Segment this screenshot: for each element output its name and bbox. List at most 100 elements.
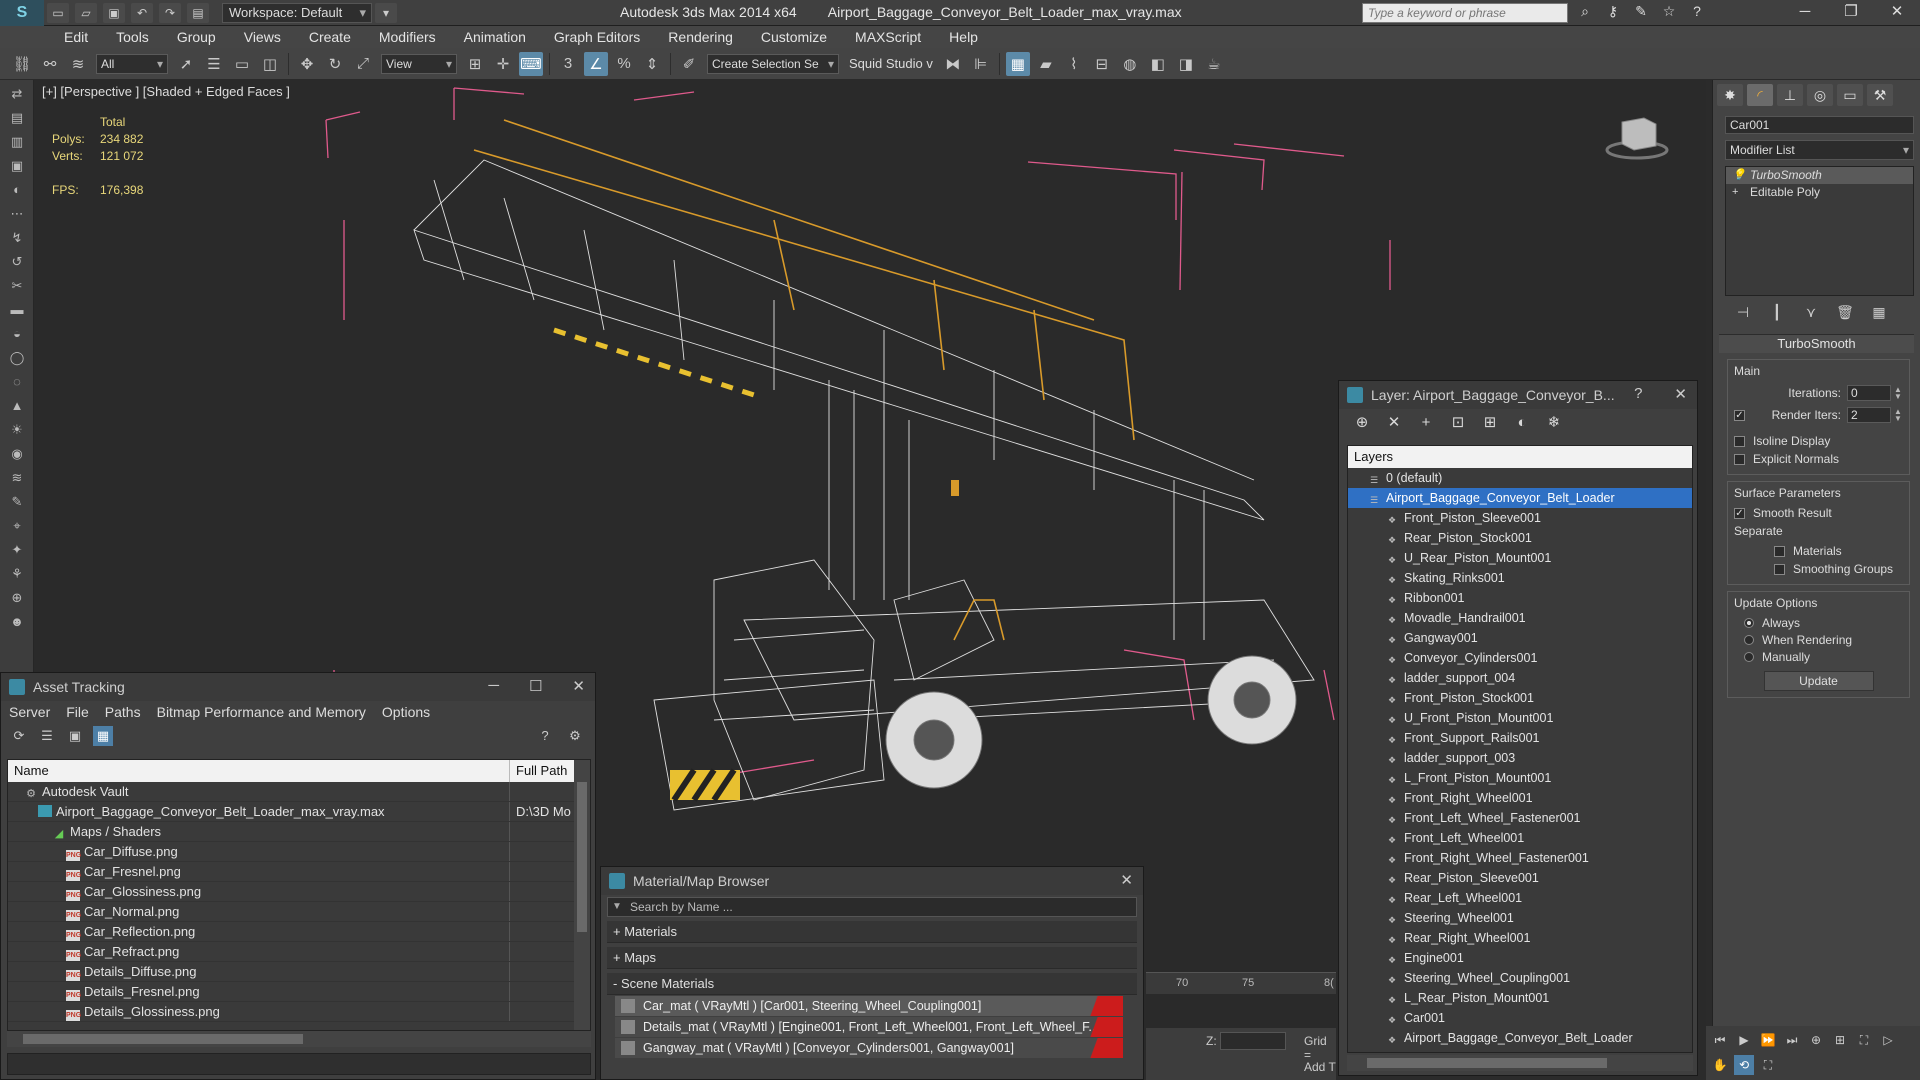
col-name-header[interactable]: Name bbox=[8, 760, 510, 782]
align-icon[interactable]: ⊫ bbox=[969, 52, 993, 76]
material-row[interactable]: Details_mat ( VRayMtl ) [Engine001, Fron… bbox=[615, 1017, 1123, 1037]
restore-button[interactable]: ❐ bbox=[1828, 0, 1874, 26]
thumbnail-view-icon[interactable]: ▣ bbox=[65, 726, 85, 746]
layer-object-row[interactable]: ❖ ladder_support_003 bbox=[1348, 748, 1692, 768]
show-end-result-icon[interactable]: ┃ bbox=[1765, 304, 1789, 324]
time-slider-ruler[interactable]: 70 75 8( bbox=[1146, 972, 1336, 994]
zoom-all-icon[interactable]: ⊞ bbox=[1830, 1030, 1850, 1050]
asset-row[interactable]: PNG Car_Glossiness.png bbox=[8, 882, 590, 902]
keyboard-shortcut-override-icon[interactable]: ⌨ bbox=[519, 51, 543, 76]
explicit-normals-checkbox[interactable]: Explicit Normals bbox=[1734, 450, 1903, 468]
scale-icon[interactable]: ⤢ bbox=[351, 52, 375, 76]
checkbox-box[interactable] bbox=[1734, 435, 1745, 447]
checkbox-box[interactable] bbox=[1774, 563, 1785, 575]
material-row[interactable]: Gangway_mat ( VRayMtl ) [Conveyor_Cylind… bbox=[615, 1038, 1123, 1058]
angle-snap-icon[interactable]: ∠ bbox=[584, 51, 608, 76]
lightbulb-icon[interactable]: 💡 bbox=[1732, 167, 1746, 184]
strip-icon-19[interactable]: ⌖ bbox=[5, 516, 29, 536]
layer-object-row[interactable]: ❖ L_Front_Piston_Mount001 bbox=[1348, 768, 1692, 788]
layer-object-row[interactable]: ❖ Rear_Right_Wheel001 bbox=[1348, 928, 1692, 948]
unlink-icon[interactable]: ⚯ bbox=[38, 52, 62, 76]
project-folder-icon[interactable]: ▤ bbox=[187, 2, 209, 23]
play-icon[interactable]: ▶ bbox=[1734, 1030, 1754, 1050]
menu-server[interactable]: Server bbox=[9, 704, 50, 720]
strip-icon-10[interactable]: ▬ bbox=[5, 300, 29, 320]
scroll-thumb[interactable] bbox=[577, 782, 587, 932]
bind-spacewarp-icon[interactable]: ≋ bbox=[66, 52, 90, 76]
stack-item-turbosmooth[interactable]: 💡 TurboSmooth bbox=[1726, 167, 1913, 184]
layer-row-selected[interactable]: ☰ Airport_Baggage_Conveyor_Belt_Loader bbox=[1348, 488, 1692, 508]
material-search-input[interactable]: Search by Name ... bbox=[607, 897, 1137, 917]
menu-paths[interactable]: Paths bbox=[105, 704, 141, 720]
strip-icon-9[interactable]: ✂ bbox=[5, 276, 29, 296]
hide-unhide-icon[interactable]: ◐ bbox=[1511, 412, 1533, 434]
asset-tracking-titlebar[interactable]: Asset Tracking ─ ☐ ✕ bbox=[1, 673, 595, 701]
select-by-name-icon[interactable]: ☰ bbox=[202, 52, 226, 76]
asset-row[interactable]: ⚙ Autodesk Vault bbox=[8, 782, 590, 802]
mirror-icon[interactable]: ⧓ bbox=[941, 52, 965, 76]
layer-row-default[interactable]: ☰ 0 (default) bbox=[1348, 468, 1692, 488]
viewcube-icon[interactable] bbox=[1604, 110, 1670, 162]
maximize-viewport-icon[interactable]: ⛶ bbox=[1758, 1055, 1778, 1075]
col-path-header[interactable]: Full Path bbox=[510, 760, 576, 782]
update-button[interactable]: Update bbox=[1763, 671, 1874, 691]
menu-modifiers[interactable]: Modifiers bbox=[365, 29, 450, 45]
add-time-tag[interactable]: Add T bbox=[1304, 1060, 1336, 1074]
named-selection-dropdown[interactable]: Create Selection Se bbox=[707, 53, 839, 74]
layer-object-row[interactable]: ❖ Front_Left_Wheel_Fastener001 bbox=[1348, 808, 1692, 828]
layer-object-row[interactable]: ❖ Ribbon001 bbox=[1348, 588, 1692, 608]
customize-qat-icon[interactable]: ▾ bbox=[375, 2, 397, 23]
close-button[interactable]: ✕ bbox=[1674, 385, 1687, 403]
rect-region-icon[interactable]: ▭ bbox=[230, 52, 254, 76]
menu-file[interactable]: File bbox=[66, 704, 89, 720]
table-view-icon[interactable]: ▦ bbox=[93, 726, 113, 746]
layer-object-row[interactable]: ❖ U_Rear_Piston_Mount001 bbox=[1348, 548, 1692, 568]
stack-item-editable-poly[interactable]: + Editable Poly bbox=[1726, 184, 1913, 201]
iterations-spinner[interactable]: 0 bbox=[1847, 385, 1891, 401]
pan-icon[interactable]: ✋ bbox=[1710, 1055, 1730, 1075]
percent-snap-icon[interactable]: % bbox=[612, 52, 636, 76]
update-always-radio[interactable]: Always bbox=[1734, 614, 1903, 631]
motion-tab-icon[interactable]: ◎ bbox=[1807, 84, 1833, 106]
next-frame-icon[interactable]: ⏩ bbox=[1758, 1030, 1778, 1050]
select-object-icon[interactable]: ➚ bbox=[174, 52, 198, 76]
star-icon[interactable]: ☆ bbox=[1658, 3, 1680, 23]
layer-object-row[interactable]: ❖ Front_Piston_Stock001 bbox=[1348, 688, 1692, 708]
new-file-icon[interactable]: ▭ bbox=[47, 2, 69, 23]
spinner-arrows-icon[interactable]: ▲ ▼ bbox=[1893, 386, 1903, 401]
layer-object-row[interactable]: ❖ Engine001 bbox=[1348, 948, 1692, 968]
pivot-center-icon[interactable]: ⊞ bbox=[463, 52, 487, 76]
strip-icon-18[interactable]: ✎ bbox=[5, 492, 29, 512]
strip-icon-11[interactable]: ◒ bbox=[5, 324, 29, 344]
strip-icon-3[interactable]: ▥ bbox=[5, 132, 29, 152]
asset-row[interactable]: PNG Details_Diffuse.png bbox=[8, 962, 590, 982]
highlight-selected-icon[interactable]: ⊞ bbox=[1479, 412, 1501, 434]
workspace-dropdown[interactable]: Workspace: Default bbox=[222, 2, 372, 23]
strip-icon-2[interactable]: ▤ bbox=[5, 108, 29, 128]
layer-object-row[interactable]: ❖ Rear_Piston_Sleeve001 bbox=[1348, 868, 1692, 888]
squid-studio-label[interactable]: Squid Studio v bbox=[849, 56, 933, 71]
object-name-input[interactable]: Car001 bbox=[1725, 116, 1914, 134]
asset-row[interactable]: PNG Car_Refract.png bbox=[8, 942, 590, 962]
strip-icon-14[interactable]: ▲ bbox=[5, 396, 29, 416]
selection-filter-dropdown[interactable]: All bbox=[96, 53, 168, 74]
render-production-icon[interactable]: ☕ bbox=[1202, 52, 1226, 76]
scene-materials-section[interactable]: - Scene Materials bbox=[607, 973, 1137, 995]
menu-tools[interactable]: Tools bbox=[102, 29, 163, 45]
close-button[interactable]: ✕ bbox=[1874, 0, 1920, 26]
layer-object-row[interactable]: ❖ Front_Left_Wheel001 bbox=[1348, 828, 1692, 848]
close-button[interactable]: ✕ bbox=[1120, 871, 1133, 889]
graphite-ribbon-icon[interactable]: ▰ bbox=[1034, 52, 1058, 76]
minimize-button[interactable]: ─ bbox=[1782, 0, 1828, 26]
layer-object-row[interactable]: ❖ Movadle_Handrail001 bbox=[1348, 608, 1692, 628]
strip-icon-21[interactable]: ⚘ bbox=[5, 564, 29, 584]
strip-icon-22[interactable]: ⊕ bbox=[5, 588, 29, 608]
menu-edit[interactable]: Edit bbox=[50, 29, 102, 45]
hierarchy-tab-icon[interactable]: ⊥ bbox=[1777, 84, 1803, 106]
layer-object-row[interactable]: ❖ Front_Right_Wheel001 bbox=[1348, 788, 1692, 808]
layer-object-row[interactable]: ❖ Steering_Wheel_Coupling001 bbox=[1348, 968, 1692, 988]
radio-dot[interactable] bbox=[1744, 651, 1754, 662]
key-icon[interactable]: ⚷ bbox=[1602, 3, 1624, 23]
utilities-tab-icon[interactable]: ⚒ bbox=[1867, 84, 1893, 106]
layer-explorer-titlebar[interactable]: Layer: Airport_Baggage_Conveyor_B... ? ✕ bbox=[1339, 381, 1697, 409]
